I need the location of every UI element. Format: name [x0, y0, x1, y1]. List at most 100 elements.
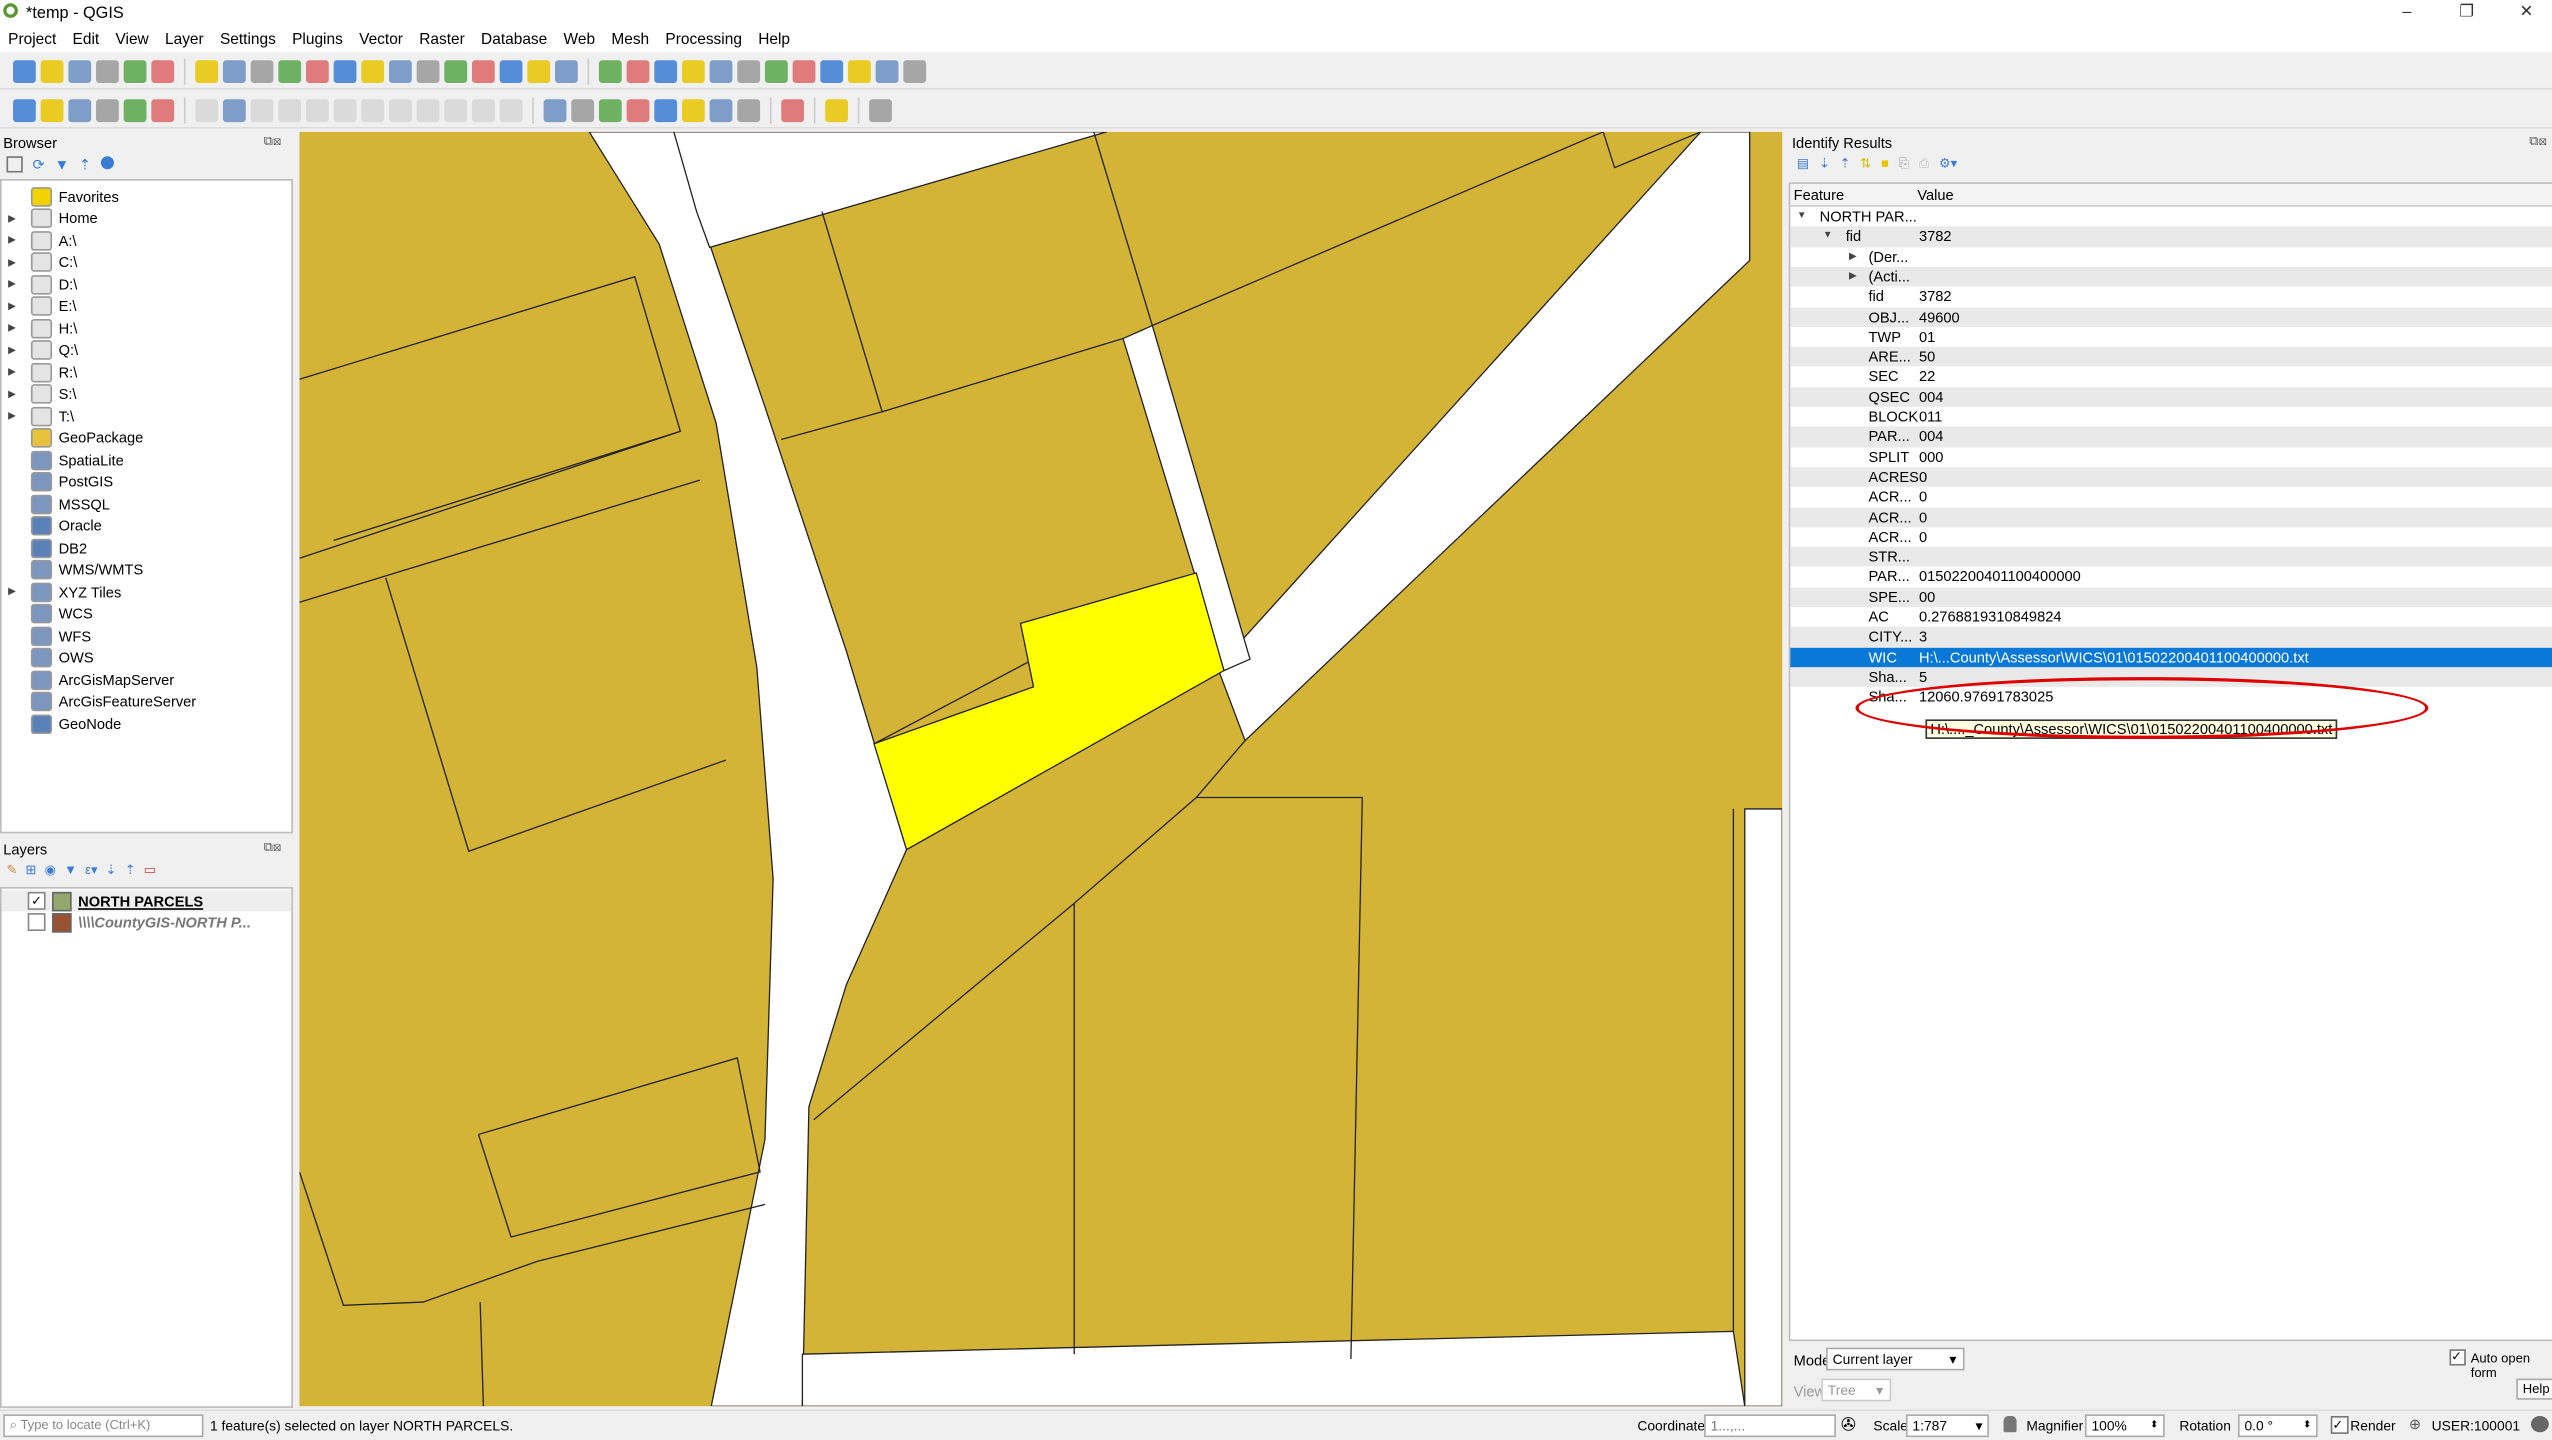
identify-row[interactable]: OBJ... 49600 — [1790, 306, 2552, 327]
save-as-icon[interactable] — [96, 59, 119, 83]
layers-tree[interactable]: ✓ NORTH PARCELS \\\\CountyGIS-NORTH P... — [0, 887, 293, 1408]
browser-item[interactable]: WMS/WMTS — [2, 559, 144, 580]
identify-row[interactable]: CITY... 3 — [1790, 627, 2552, 648]
label-tool-icon[interactable] — [543, 98, 567, 122]
add-group-icon[interactable]: ⊞ — [26, 863, 37, 878]
menu-processing[interactable]: Processing — [657, 28, 750, 52]
browser-item[interactable]: Oracle — [2, 515, 102, 536]
browser-item[interactable]: ▶ T:\ — [2, 405, 74, 426]
style-icon[interactable]: ✎ — [7, 863, 18, 878]
browser-item[interactable]: ▶ A:\ — [2, 229, 77, 250]
identify-row[interactable]: SPLIT 000 — [1790, 447, 2552, 467]
identify-row[interactable]: AC 0.2768819310849824 — [1790, 607, 2552, 627]
scale-select[interactable]: 1:787 ▾ — [1905, 1414, 1989, 1438]
style-manager-icon[interactable] — [151, 59, 175, 83]
maximize-button[interactable]: ❐ — [2459, 3, 2474, 21]
dock-float-close-icon[interactable]: ⧉⊠ — [264, 840, 282, 856]
view-select[interactable]: Tree ▾ — [1821, 1378, 1892, 1402]
zoom-next-icon[interactable] — [444, 59, 468, 83]
lock-scale-icon[interactable] — [2003, 1416, 2017, 1433]
zoom-in-icon[interactable] — [250, 59, 274, 83]
expand-arrow-icon[interactable]: ▶ — [8, 322, 21, 334]
expand-tree-icon[interactable]: ▤ — [1797, 156, 1809, 172]
menu-edit[interactable]: Edit — [64, 28, 107, 52]
action-icon[interactable] — [626, 59, 650, 83]
expand-arrow-icon[interactable]: ▶ — [8, 410, 21, 422]
identify-row[interactable]: PAR... 01502200401100400000 — [1790, 567, 2552, 587]
browser-item[interactable]: ▶ R:\ — [2, 361, 77, 382]
modify-attributes-icon[interactable] — [333, 98, 357, 122]
browser-item[interactable]: Favorites — [2, 186, 119, 207]
magnifier-spinbox[interactable]: 100% ⬍ — [2084, 1414, 2165, 1438]
expand-new-icon[interactable]: ⇅ — [1860, 156, 1871, 172]
browser-item[interactable]: WCS — [2, 603, 93, 624]
menu-layer[interactable]: Layer — [157, 28, 212, 52]
menu-raster[interactable]: Raster — [411, 28, 473, 52]
browser-item[interactable]: DB2 — [2, 537, 87, 558]
text-annotation-icon[interactable] — [903, 59, 927, 83]
zoom-last-icon[interactable] — [416, 59, 440, 83]
info-icon[interactable] — [100, 156, 114, 170]
select-by-value-icon[interactable] — [681, 59, 705, 83]
map-tips-icon[interactable] — [875, 59, 899, 83]
mode-select[interactable]: Current layer ▾ — [1826, 1347, 1965, 1371]
browser-item[interactable]: GeoNode — [2, 713, 121, 734]
identify-row[interactable]: STR... — [1790, 547, 2552, 568]
coordinate-field[interactable]: 1...,... — [1704, 1414, 1836, 1438]
expand-arrow-icon[interactable]: ▶ — [8, 300, 21, 312]
menu-help[interactable]: Help — [750, 28, 798, 52]
expand-all-icon[interactable]: ⇣ — [1819, 156, 1830, 172]
browser-item[interactable]: ▶ XYZ Tiles — [2, 581, 121, 602]
expand-arrow-icon[interactable]: ▶ — [8, 366, 21, 378]
expand-arrow-icon[interactable]: ▶ — [8, 234, 21, 246]
redo-icon[interactable] — [499, 98, 523, 122]
remove-layer-icon[interactable]: ▭ — [144, 863, 156, 878]
save-edits-icon[interactable] — [250, 98, 274, 122]
menu-vector[interactable]: Vector — [351, 28, 411, 52]
identify-row[interactable]: QSEC 004 — [1790, 386, 2552, 407]
dock-float-close-icon[interactable]: ⧉⊠ — [2529, 133, 2547, 149]
expand-arrow-icon[interactable]: ▶ — [8, 586, 21, 598]
data-source-manager-icon[interactable] — [13, 98, 36, 122]
add-feature-icon[interactable] — [278, 98, 302, 122]
identify-row[interactable]: ACRES 0 — [1790, 466, 2552, 487]
close-button[interactable]: ✕ — [2520, 3, 2534, 21]
crs-globe-icon[interactable]: ⊕ — [2409, 1416, 2421, 1434]
copy-features-icon[interactable] — [416, 98, 440, 122]
identify-row[interactable]: WIC H:\...County\Assessor\WICS\01\0150220… — [1790, 647, 2552, 668]
browser-item[interactable]: ▶ Home — [2, 208, 98, 229]
collapse-all-icon[interactable]: ⇡ — [79, 156, 91, 174]
toggle-editing-icon[interactable] — [222, 98, 246, 122]
new-3d-view-icon[interactable] — [499, 59, 523, 83]
field-calculator-icon[interactable] — [764, 59, 788, 83]
browser-item[interactable]: WFS — [2, 625, 91, 646]
print-layout-icon[interactable] — [123, 59, 147, 83]
zoom-out-icon[interactable] — [278, 59, 302, 83]
menu-settings[interactable]: Settings — [212, 28, 284, 52]
identify-row[interactable]: TWP 01 — [1790, 327, 2552, 347]
identify-settings-icon[interactable]: ⚙▾ — [1939, 156, 1957, 172]
menu-project[interactable]: Project — [0, 28, 64, 52]
extents-toggle-icon[interactable]: ✇ — [1841, 1414, 1856, 1436]
locator-search-input[interactable]: ⌕ Type to locate (Ctrl+K) — [3, 1414, 204, 1438]
browser-item[interactable]: ▶ E:\ — [2, 295, 77, 316]
print-icon[interactable]: ⎙ — [1919, 156, 1929, 172]
add-vector-layer-icon[interactable] — [68, 98, 92, 122]
menu-mesh[interactable]: Mesh — [603, 28, 657, 52]
rotate-label-icon[interactable] — [709, 98, 733, 122]
plugin-globe-icon[interactable] — [781, 98, 805, 122]
expand-arrow-icon[interactable]: ▶ — [8, 256, 21, 268]
column-value[interactable]: Value — [1917, 187, 1953, 203]
expand-arrow-icon[interactable]: ▶ — [8, 278, 21, 290]
browser-item[interactable]: ArcGisMapServer — [2, 669, 175, 690]
layer-item[interactable]: ✓ NORTH PARCELS — [1, 890, 292, 912]
identify-row[interactable]: ▶ (Der... — [1790, 247, 2552, 267]
collapse-arrow-icon[interactable]: ▼ — [1797, 207, 1807, 227]
expand-arrow-icon[interactable]: ▶ — [1849, 247, 1857, 267]
identify-row[interactable]: ▼ NORTH PAR... — [1790, 207, 2552, 227]
digitize-pencil-icon[interactable] — [195, 98, 219, 122]
map-svg[interactable] — [299, 131, 1783, 1407]
change-label-icon[interactable] — [737, 98, 761, 122]
identify-row[interactable]: fid 3782 — [1790, 287, 2552, 307]
identify-row[interactable]: ▼ fid 3782 — [1790, 226, 2552, 247]
